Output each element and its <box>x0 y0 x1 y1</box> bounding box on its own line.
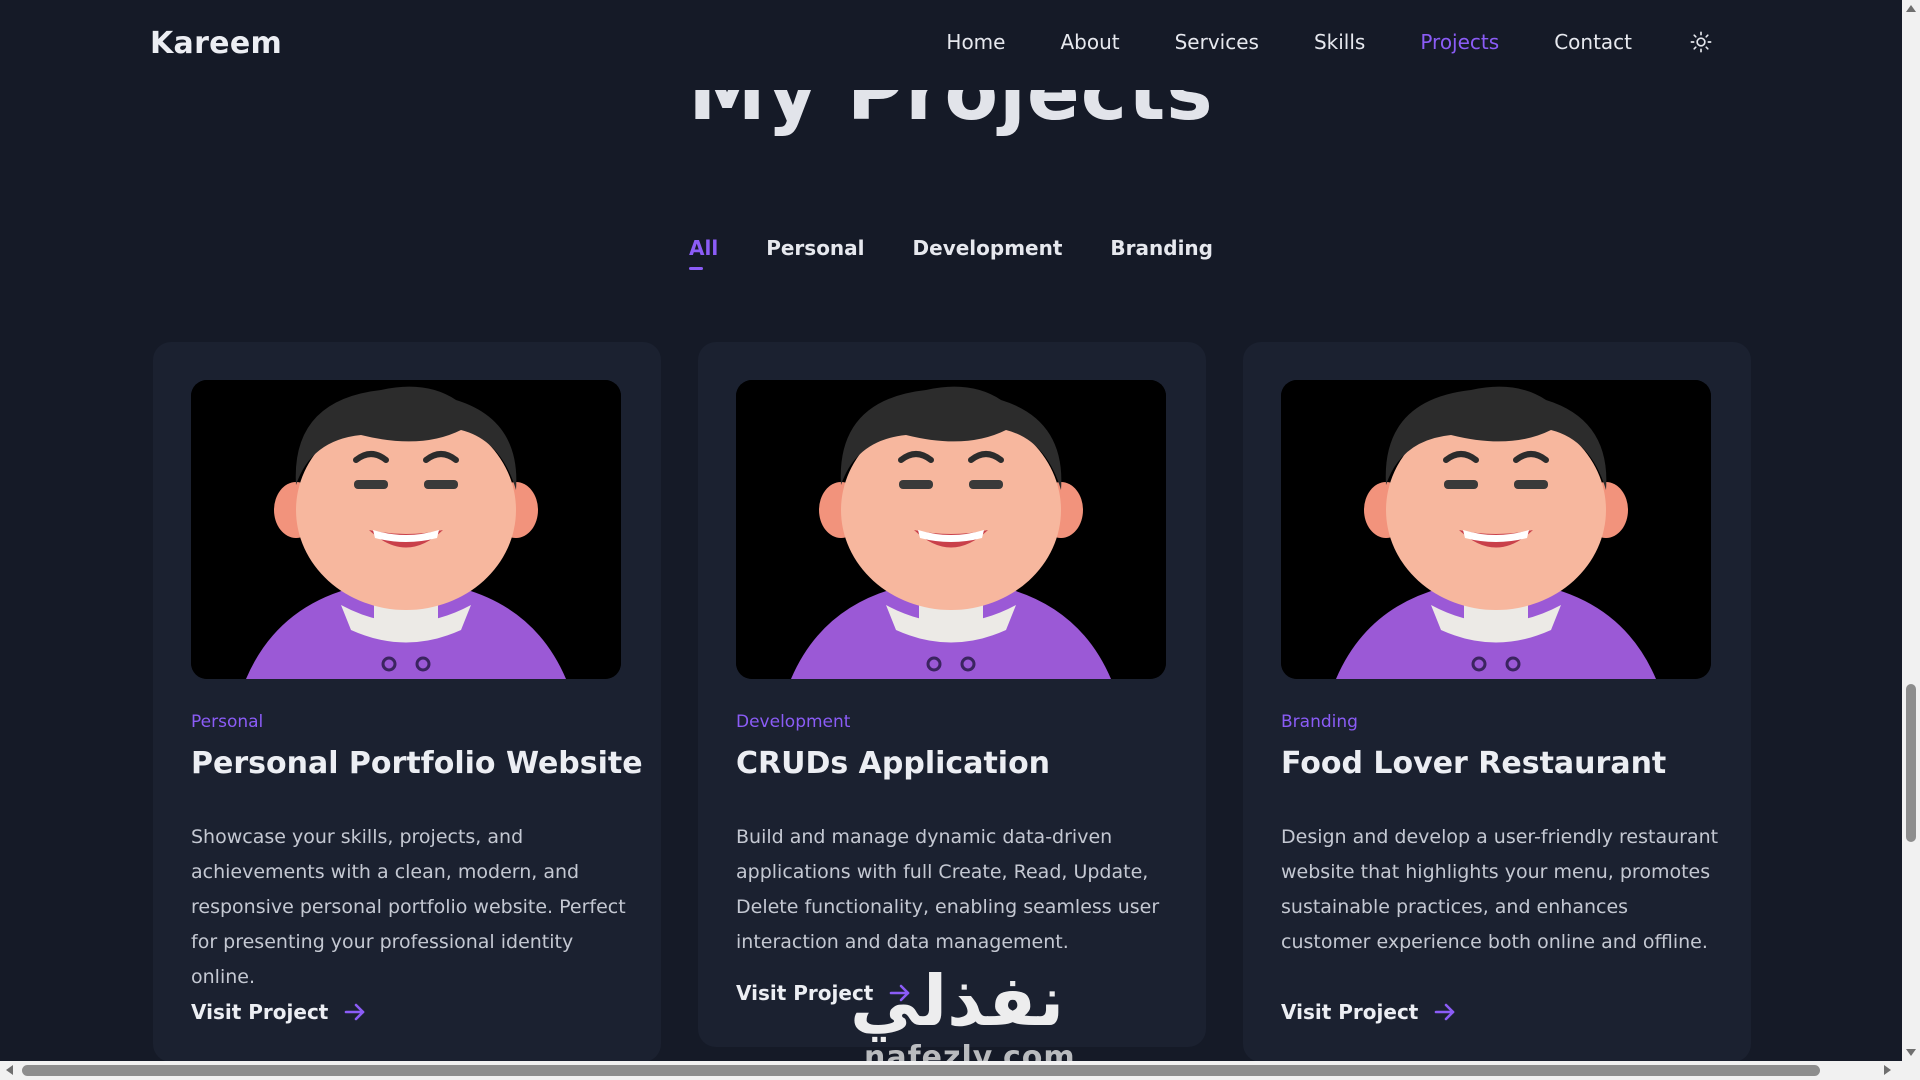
project-title: Food Lover Restaurant <box>1281 746 1667 781</box>
sun-icon[interactable] <box>1690 31 1712 53</box>
filter-tab-development[interactable]: Development <box>913 236 1063 260</box>
nav-links: Home About Services Skills Projects Cont… <box>891 30 1712 54</box>
vertical-scrollbar[interactable] <box>1902 0 1920 1061</box>
project-thumbnail <box>191 380 621 679</box>
project-title: Personal Portfolio Website <box>191 746 643 781</box>
nav-projects[interactable]: Projects <box>1420 30 1499 54</box>
visit-project-link[interactable]: Visit Project <box>736 981 911 1005</box>
filter-tab-branding[interactable]: Branding <box>1110 236 1213 260</box>
navbar: Kareem Home About Services Skills Projec… <box>0 0 1902 90</box>
scroll-up-icon[interactable] <box>1906 5 1916 12</box>
scroll-right-icon[interactable] <box>1884 1065 1891 1075</box>
project-title: CRUDs Application <box>736 746 1051 781</box>
vertical-scroll-thumb[interactable] <box>1906 684 1916 842</box>
project-category: Branding <box>1281 712 1358 732</box>
horizontal-scrollbar[interactable] <box>0 1061 1920 1080</box>
project-description: Showcase your skills, projects, and achi… <box>191 826 626 988</box>
filter-tab-all[interactable]: All <box>689 236 718 270</box>
project-card: Development CRUDs Application Build and … <box>698 342 1206 1047</box>
page: My Projects Kareem Home About Services S… <box>0 0 1902 1061</box>
nav-about[interactable]: About <box>1060 30 1119 54</box>
visit-project-label: Visit Project <box>736 981 874 1005</box>
project-thumbnail <box>736 380 1166 679</box>
nav-home[interactable]: Home <box>946 30 1005 54</box>
logo[interactable]: Kareem <box>150 26 282 61</box>
project-description: Design and develop a user-friendly resta… <box>1281 826 1719 953</box>
horizontal-scroll-thumb[interactable] <box>22 1065 1820 1076</box>
scroll-down-icon[interactable] <box>1906 1049 1916 1056</box>
nav-services[interactable]: Services <box>1175 30 1259 54</box>
project-card: Personal Personal Portfolio Website Show… <box>153 342 661 1061</box>
arrow-right-icon <box>890 984 910 1002</box>
arrow-right-icon <box>345 1003 365 1021</box>
project-filter-tabs: All Personal Development Branding <box>0 236 1902 270</box>
project-category: Personal <box>191 712 264 732</box>
project-card: Branding Food Lover Restaurant Design an… <box>1243 342 1751 1061</box>
visit-project-link[interactable]: Visit Project <box>191 1000 366 1024</box>
visit-project-link[interactable]: Visit Project <box>1281 1000 1456 1024</box>
project-description: Build and manage dynamic data-driven app… <box>736 826 1160 953</box>
project-thumbnail <box>1281 380 1711 679</box>
visit-project-label: Visit Project <box>1281 1000 1419 1024</box>
visit-project-label: Visit Project <box>191 1000 329 1024</box>
nav-skills[interactable]: Skills <box>1314 30 1365 54</box>
project-category: Development <box>736 712 851 732</box>
scroll-left-icon[interactable] <box>6 1065 13 1075</box>
filter-tab-personal[interactable]: Personal <box>766 236 864 260</box>
arrow-right-icon <box>1435 1003 1455 1021</box>
nav-contact[interactable]: Contact <box>1554 30 1632 54</box>
